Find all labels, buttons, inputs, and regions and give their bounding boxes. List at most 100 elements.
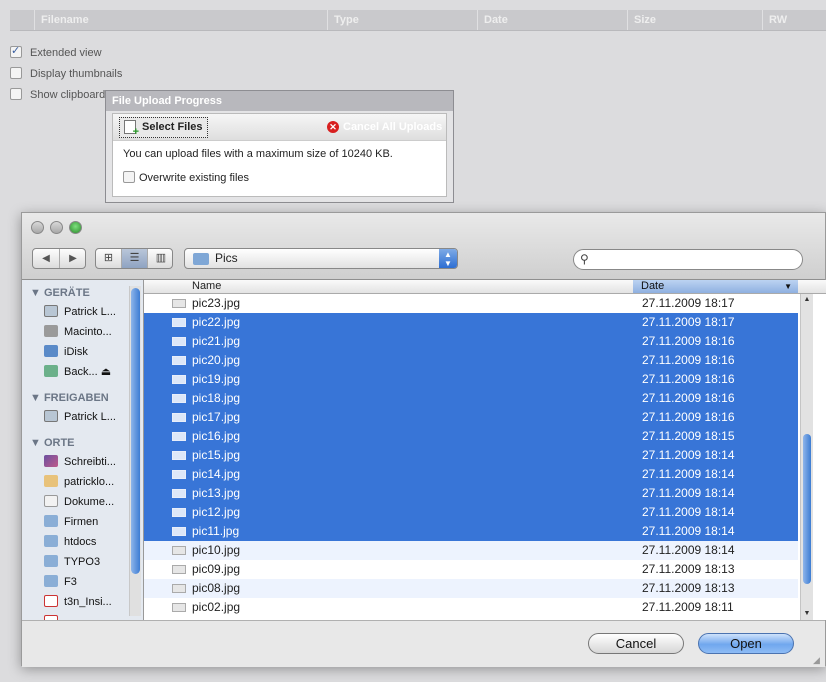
image-file-icon [172, 413, 186, 422]
file-date: 27.11.2009 18:14 [642, 524, 735, 538]
file-row[interactable]: pic17.jpg 27.11.2009 18:16 [144, 408, 798, 427]
cancel-all-uploads-button[interactable]: ✕ Cancel All Uploads [327, 119, 442, 135]
file-name: pic20.jpg [192, 353, 241, 367]
file-name: pic15.jpg [192, 448, 241, 462]
file-name: pic10.jpg [192, 543, 241, 557]
file-name: pic12.jpg [192, 505, 241, 519]
column-header-type[interactable]: Type [327, 10, 477, 30]
file-date: 27.11.2009 18:14 [642, 467, 735, 481]
file-name: pic18.jpg [192, 391, 241, 405]
image-file-icon [172, 451, 186, 460]
folder-path-popup[interactable]: Pics ▲ ▼ [184, 248, 458, 269]
file-date: 27.11.2009 18:13 [642, 562, 735, 576]
file-row[interactable]: pic08.jpg 27.11.2009 18:13 [144, 579, 798, 598]
sort-descending-icon: ▼ [784, 282, 792, 291]
backup-disk-icon [44, 365, 58, 378]
open-button[interactable]: Open [698, 633, 794, 654]
file-date: 27.11.2009 18:17 [642, 315, 735, 329]
file-row[interactable]: pic18.jpg 27.11.2009 18:16 [144, 389, 798, 408]
file-name: pic19.jpg [192, 372, 241, 386]
file-row[interactable]: pic10.jpg 27.11.2009 18:14 [144, 541, 798, 560]
file-row[interactable]: pic13.jpg 27.11.2009 18:14 [144, 484, 798, 503]
extended-view-checkbox[interactable] [10, 44, 22, 59]
image-file-icon [172, 546, 186, 555]
zoom-window-button[interactable] [69, 221, 82, 234]
option-show-clipboard[interactable]: Show clipboard [10, 88, 105, 102]
idisk-icon [44, 345, 58, 358]
extended-view-label: Extended view [30, 47, 102, 59]
file-row[interactable]: pic09.jpg 27.11.2009 18:13 [144, 560, 798, 579]
file-row[interactable]: pic23.jpg 27.11.2009 18:17 [144, 294, 798, 313]
show-clipboard-checkbox[interactable] [10, 88, 22, 101]
upload-progress-panel: File Upload Progress Select Files ✕ Canc… [105, 90, 454, 203]
resize-grip-icon[interactable]: ◢ [813, 655, 823, 665]
upload-toolbar: Select Files ✕ Cancel All Uploads [113, 114, 446, 141]
file-row[interactable]: pic12.jpg 27.11.2009 18:14 [144, 503, 798, 522]
image-file-icon [172, 356, 186, 365]
image-file-icon [172, 337, 186, 346]
image-file-icon [172, 432, 186, 441]
overwrite-option[interactable]: Overwrite existing files [123, 171, 249, 184]
close-window-button[interactable] [31, 221, 44, 234]
image-file-icon [172, 603, 186, 612]
folder-icon [44, 575, 58, 588]
sidebar-section-shares[interactable]: ▼ FREIGABEN [30, 392, 109, 404]
icon-view-icon[interactable]: ⊞ [96, 249, 122, 268]
column-view-icon[interactable]: ▥ [148, 249, 172, 268]
file-row[interactable]: pic16.jpg 27.11.2009 18:15 [144, 427, 798, 446]
column-header-rw[interactable]: RW [762, 10, 826, 30]
back-arrow-icon[interactable]: ◀ [33, 249, 60, 268]
file-row[interactable]: pic19.jpg 27.11.2009 18:16 [144, 370, 798, 389]
pdf-icon [44, 595, 58, 608]
name-column-header[interactable]: Name [192, 280, 221, 293]
column-header-size[interactable]: Size [627, 10, 762, 30]
overwrite-checkbox[interactable] [123, 171, 135, 184]
file-date: 27.11.2009 18:14 [642, 505, 735, 519]
file-date: 27.11.2009 18:14 [642, 543, 735, 557]
file-row[interactable]: pic11.jpg 27.11.2009 18:14 [144, 522, 798, 541]
select-files-button[interactable]: Select Files [119, 117, 208, 138]
file-row[interactable]: pic21.jpg 27.11.2009 18:16 [144, 332, 798, 351]
display-thumbnails-checkbox[interactable] [10, 67, 22, 80]
popup-arrows-icon: ▲ ▼ [439, 249, 457, 268]
date-column-header[interactable]: Date ▼ [633, 280, 798, 293]
dialog-toolbar: ◀ ▶ ⊞ ☰ ▥ Pics ▲ ▼ ⚲ [22, 213, 825, 280]
display-thumbnails-label: Display thumbnails [30, 68, 123, 80]
file-list-scrollbar[interactable]: ▲ ▼ [800, 294, 813, 620]
file-date: 27.11.2009 18:16 [642, 410, 735, 424]
sidebar-section-devices[interactable]: ▼ GERÄTE [30, 287, 90, 299]
cancel-button[interactable]: Cancel [588, 633, 684, 654]
hard-disk-icon [44, 325, 58, 338]
sidebar-section-places[interactable]: ▼ ORTE [30, 437, 75, 449]
list-view-icon[interactable]: ☰ [122, 249, 148, 268]
column-header-date[interactable]: Date [477, 10, 627, 30]
file-name: pic22.jpg [192, 315, 241, 329]
file-row[interactable]: pic15.jpg 27.11.2009 18:14 [144, 446, 798, 465]
image-file-icon [172, 527, 186, 536]
image-file-icon [172, 318, 186, 327]
folder-icon [44, 555, 58, 568]
desktop-icon [44, 455, 58, 468]
sidebar: ▼ GERÄTE Patrick L... Macinto... iDisk B… [22, 280, 144, 620]
search-field[interactable]: ⚲ [573, 249, 803, 270]
column-header-filename[interactable]: Filename [34, 10, 300, 30]
file-list-header: Name Date ▼ [144, 280, 826, 294]
image-file-icon [172, 508, 186, 517]
forward-arrow-icon[interactable]: ▶ [60, 249, 86, 268]
minimize-window-button[interactable] [50, 221, 63, 234]
scroll-down-arrow-icon[interactable]: ▼ [801, 608, 813, 620]
add-file-icon [124, 120, 139, 137]
option-display-thumbnails[interactable]: Display thumbnails [10, 67, 122, 81]
file-row[interactable]: pic14.jpg 27.11.2009 18:14 [144, 465, 798, 484]
option-extended-view[interactable]: Extended view [10, 44, 102, 60]
eject-icon[interactable]: ⏏ [101, 366, 111, 378]
file-date: 27.11.2009 18:14 [642, 486, 735, 500]
file-row[interactable]: pic22.jpg 27.11.2009 18:17 [144, 313, 798, 332]
file-row[interactable]: pic02.jpg 27.11.2009 18:11 [144, 598, 798, 617]
file-row[interactable]: pic20.jpg 27.11.2009 18:16 [144, 351, 798, 370]
image-file-icon [172, 470, 186, 479]
sidebar-scrollbar[interactable] [129, 286, 141, 616]
scroll-up-arrow-icon[interactable]: ▲ [801, 294, 813, 306]
sidebar-scroll-thumb[interactable] [131, 288, 140, 574]
file-list-scroll-thumb[interactable] [803, 434, 811, 584]
